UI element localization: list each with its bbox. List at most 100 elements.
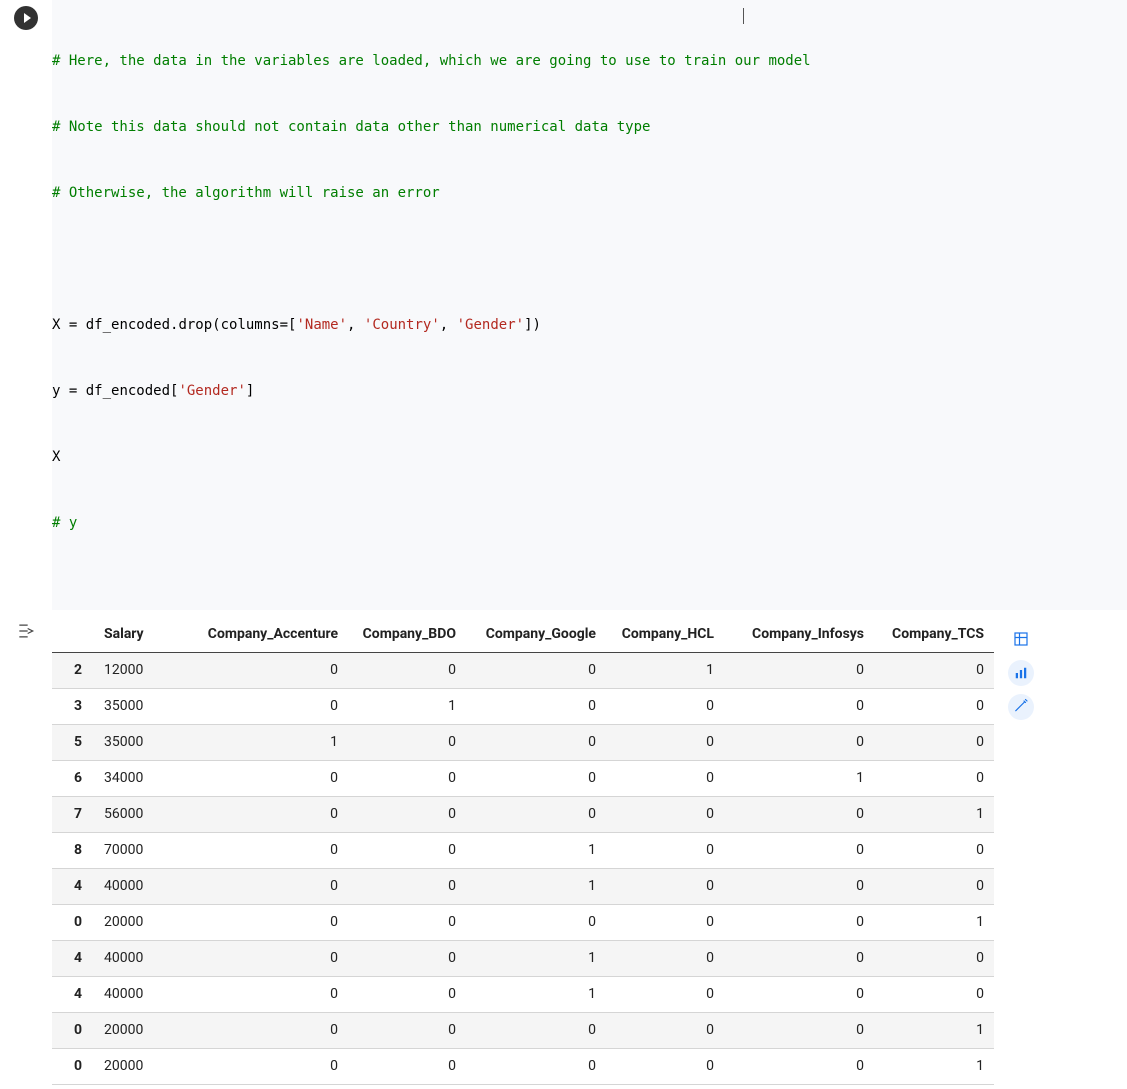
cell-value: 0 [178, 760, 348, 796]
code-comment: # Here, the data in the variables are lo… [52, 53, 811, 69]
cell-value: 0 [874, 688, 994, 724]
dataframe-table: Salary Company_Accenture Company_BDO Com… [52, 616, 994, 1085]
cell-value: 0 [874, 652, 994, 688]
code-expression: X [52, 449, 60, 465]
cell-value: 1 [466, 868, 606, 904]
table-row: 634000000010 [52, 760, 994, 796]
cell-value: 0 [724, 796, 874, 832]
cell-value: 0 [348, 832, 466, 868]
cell-value: 1 [874, 1048, 994, 1084]
row-index: 6 [52, 760, 92, 796]
cell-value: 1 [874, 904, 994, 940]
table-row: 440000001000 [52, 868, 994, 904]
cell-value: 20000 [92, 1048, 178, 1084]
cell-value: 0 [348, 724, 466, 760]
cell-value: 0 [348, 1012, 466, 1048]
cell-value: 0 [178, 652, 348, 688]
cell-value: 0 [606, 1048, 724, 1084]
cell-value: 0 [874, 760, 994, 796]
row-index: 8 [52, 832, 92, 868]
cell-value: 0 [724, 832, 874, 868]
column-header: Company_Infosys [724, 616, 874, 652]
cell-value: 56000 [92, 796, 178, 832]
table-row: 535000100000 [52, 724, 994, 760]
cell-value: 0 [724, 904, 874, 940]
interactive-table-button[interactable] [1008, 626, 1034, 652]
code-comment: # y [52, 515, 77, 531]
toggle-output-button[interactable] [15, 620, 37, 642]
table-row: 020000000001 [52, 1048, 994, 1084]
cell-value: 1 [606, 652, 724, 688]
cell-value: 1 [466, 832, 606, 868]
cell-value: 1 [466, 940, 606, 976]
cell-value: 0 [178, 796, 348, 832]
cell-value: 0 [606, 796, 724, 832]
cell-value: 20000 [92, 904, 178, 940]
cell-value: 0 [606, 760, 724, 796]
row-index: 4 [52, 868, 92, 904]
table-row: 335000010000 [52, 688, 994, 724]
row-index: 0 [52, 1048, 92, 1084]
cell-value: 40000 [92, 976, 178, 1012]
cell-value: 0 [606, 904, 724, 940]
generate-code-button[interactable] [1008, 694, 1034, 720]
cell-value: 0 [466, 652, 606, 688]
cell-value: 0 [874, 940, 994, 976]
row-index: 4 [52, 976, 92, 1012]
cell-value: 0 [466, 796, 606, 832]
cell-value: 0 [724, 688, 874, 724]
column-header: Company_BDO [348, 616, 466, 652]
cell-value: 0 [606, 1012, 724, 1048]
cell-value: 0 [724, 652, 874, 688]
code-comment: # Otherwise, the algorithm will raise an… [52, 185, 440, 201]
cell-value: 12000 [92, 652, 178, 688]
cell-value: 0 [606, 976, 724, 1012]
row-index: 0 [52, 1012, 92, 1048]
cell-value: 0 [178, 940, 348, 976]
run-cell-button[interactable] [14, 6, 38, 30]
cell-value: 0 [724, 724, 874, 760]
code-editor[interactable]: # Here, the data in the variables are lo… [52, 0, 1127, 610]
cell-value: 0 [466, 724, 606, 760]
cell-value: 0 [178, 976, 348, 1012]
cell-value: 0 [466, 1012, 606, 1048]
cell-value: 0 [874, 868, 994, 904]
table-row: 756000000001 [52, 796, 994, 832]
cell-value: 1 [874, 1012, 994, 1048]
cell-value: 0 [874, 724, 994, 760]
table-row: 440000001000 [52, 940, 994, 976]
cell-value: 0 [606, 832, 724, 868]
cell-value: 0 [724, 1048, 874, 1084]
cell-output: Salary Company_Accenture Company_BDO Com… [0, 610, 1127, 1089]
cell-value: 40000 [92, 940, 178, 976]
cell-value: 0 [348, 760, 466, 796]
cell-value: 0 [606, 724, 724, 760]
cell-value: 0 [724, 940, 874, 976]
cell-value: 0 [466, 1048, 606, 1084]
output-body: Salary Company_Accenture Company_BDO Com… [52, 616, 1127, 1089]
cell-value: 0 [874, 976, 994, 1012]
cell-value: 0 [466, 904, 606, 940]
column-header: Company_TCS [874, 616, 994, 652]
table-row: 020000000001 [52, 904, 994, 940]
cell-value: 0 [724, 868, 874, 904]
cell-value: 0 [178, 1048, 348, 1084]
cell-value: 35000 [92, 724, 178, 760]
index-header [52, 616, 92, 652]
table-row: 870000001000 [52, 832, 994, 868]
quick-chart-button[interactable] [1008, 660, 1034, 686]
column-header: Company_Accenture [178, 616, 348, 652]
table-header-row: Salary Company_Accenture Company_BDO Com… [52, 616, 994, 652]
row-index: 3 [52, 688, 92, 724]
cell-value: 1 [348, 688, 466, 724]
cell-value: 0 [724, 1012, 874, 1048]
cell-value: 0 [178, 832, 348, 868]
cell-value: 0 [178, 904, 348, 940]
cell-value: 40000 [92, 868, 178, 904]
cell-value: 0 [606, 868, 724, 904]
cell-value: 1 [466, 976, 606, 1012]
cell-value: 0 [348, 1048, 466, 1084]
cell-gutter [0, 0, 52, 610]
cell-value: 70000 [92, 832, 178, 868]
cell-value: 0 [348, 904, 466, 940]
